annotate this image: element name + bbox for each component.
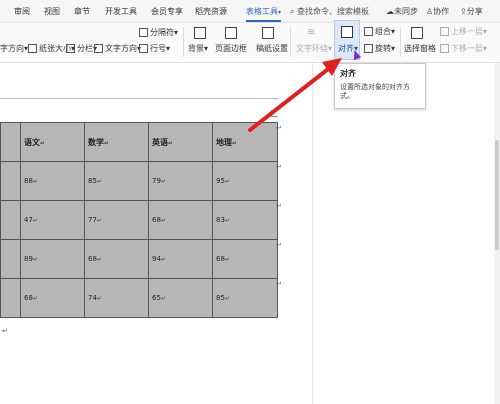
annotation-arrow (248, 58, 342, 132)
arrow-shaft (248, 64, 334, 132)
